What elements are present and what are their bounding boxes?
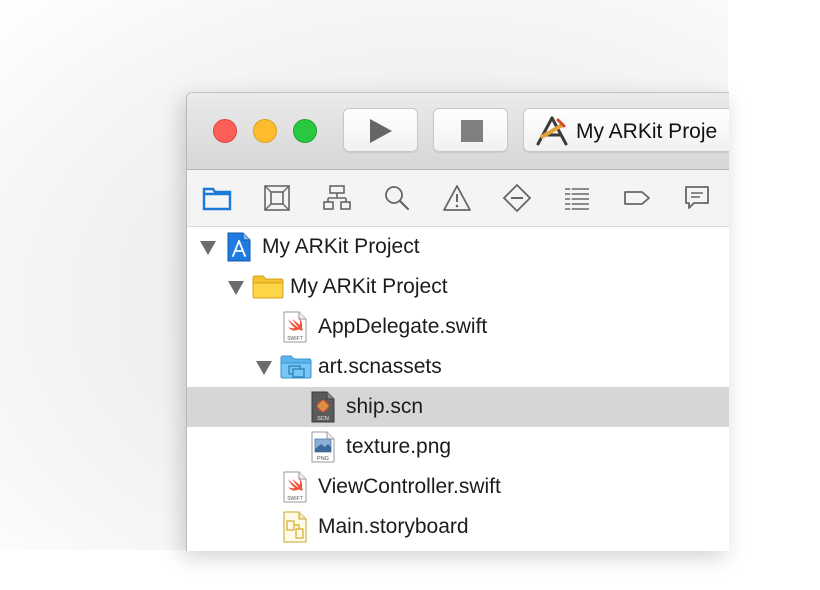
swift-file-icon: SWIFT [283,471,307,503]
close-button[interactable] [213,119,237,143]
report-icon[interactable] [682,183,712,213]
tree-row-file[interactable]: SWIFT AppDelegate.swift [187,307,729,347]
folder-icon[interactable] [202,183,232,213]
disclosure-triangle-icon[interactable] [256,361,272,375]
disclosure-triangle-icon[interactable] [200,241,216,255]
warning-icon[interactable] [442,183,472,213]
png-file-icon: PNG [311,431,335,463]
tree-row-file[interactable]: PNG texture.png [187,427,729,467]
play-icon [370,119,392,143]
debug-list-icon[interactable] [562,183,592,213]
tree-row-project[interactable]: My ARKit Project [187,227,729,267]
file-badge: SWIFT [287,496,303,502]
zoom-button[interactable] [293,119,317,143]
test-diamond-icon[interactable] [502,183,532,213]
scheme-label: My ARKit Proje [576,120,718,143]
storyboard-file-icon [283,511,307,543]
tree-row-label: AppDelegate.swift [318,315,488,338]
source-control-icon[interactable] [262,183,292,213]
symbol-hierarchy-icon[interactable] [322,183,352,213]
tree-row-group[interactable]: My ARKit Project [187,267,729,307]
stop-button[interactable] [433,108,508,152]
tree-row-label: ship.scn [346,395,424,418]
minimize-button[interactable] [253,119,277,143]
xcode-app-icon [536,116,568,146]
tree-row-label: My ARKit Project [262,235,420,258]
tree-row-label: texture.png [346,435,452,458]
scheme-selector[interactable]: My ARKit Proje [523,108,729,152]
swift-file-icon: SWIFT [283,311,307,343]
tree-row-label: ViewController.swift [318,475,501,498]
scn-file-icon: SCN [311,391,335,423]
navigator-selector-bar [187,170,729,227]
asset-folder-icon [280,355,312,379]
tree-row-file-selected[interactable]: SCN ship.scn [187,387,729,427]
tree-row-label: My ARKit Project [290,275,448,298]
file-badge: PNG [317,456,329,462]
file-badge: SCN [317,416,329,422]
breakpoint-icon[interactable] [622,183,652,213]
disclosure-triangle-icon[interactable] [228,281,244,295]
folder-icon [252,275,284,299]
tree-row-file[interactable]: SWIFT ViewController.swift [187,467,729,507]
toolbar: My ARKit Proje [187,93,729,170]
tree-row-group[interactable]: art.scnassets [187,347,729,387]
xcode-window: My ARKit Proje My ARKit Project My ARKit… [186,92,729,551]
tree-row-file[interactable]: Main.storyboard [187,507,729,547]
tree-row-label: Main.storyboard [318,515,469,538]
file-badge: SWIFT [287,336,303,342]
search-icon[interactable] [382,183,412,213]
tree-row-label: art.scnassets [318,355,442,378]
stop-icon [461,120,483,142]
project-icon [227,232,251,262]
run-button[interactable] [343,108,418,152]
project-navigator: My ARKit Project My ARKit Project SWIFT … [187,227,729,547]
